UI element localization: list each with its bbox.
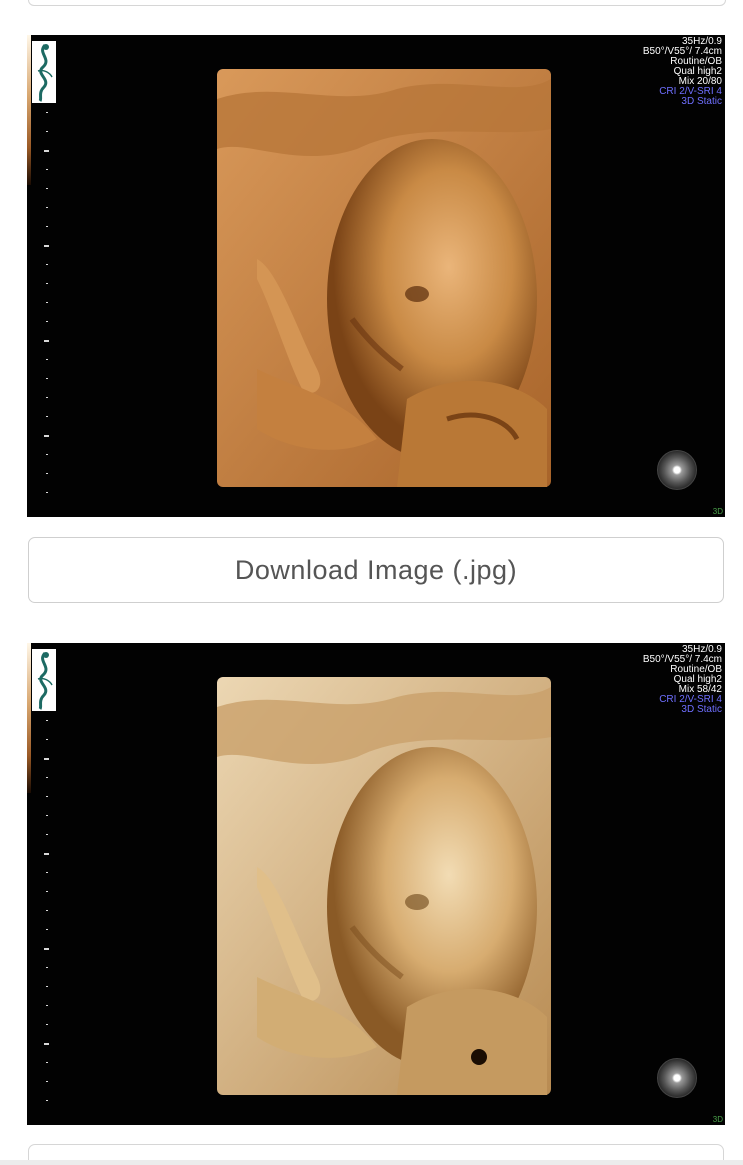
depth-tick xyxy=(46,1081,48,1082)
depth-tick xyxy=(46,473,48,474)
depth-tick xyxy=(46,1100,48,1101)
depth-tick xyxy=(46,739,48,740)
depth-scale xyxy=(27,643,51,1125)
clinic-logo-icon xyxy=(32,41,56,103)
depth-tick xyxy=(46,131,48,132)
depth-tick xyxy=(46,796,48,797)
depth-tick xyxy=(46,777,48,778)
depth-tick xyxy=(46,454,48,455)
bottom-bar xyxy=(0,1160,743,1165)
depth-tick xyxy=(46,492,48,493)
fetal-3d-render xyxy=(217,677,551,1095)
depth-scale xyxy=(27,35,51,517)
depth-tick xyxy=(46,891,48,892)
depth-tick xyxy=(46,929,48,930)
depth-tick xyxy=(46,1024,48,1025)
depth-tick xyxy=(46,283,48,284)
render-mode-label: 3D xyxy=(712,507,723,516)
download-image-button[interactable]: Download Image (.jpg) xyxy=(28,537,724,603)
depth-tick xyxy=(44,1043,49,1045)
depth-tick xyxy=(46,910,48,911)
ultrasound-image-1: 35Hz/0.9 B50°/V55°/ 7.4cm Routine/OB Qua… xyxy=(27,35,725,517)
depth-tick xyxy=(44,948,49,950)
depth-tick xyxy=(46,986,48,987)
depth-tick xyxy=(46,1005,48,1006)
readout-line: 3D Static xyxy=(681,704,722,715)
depth-tick xyxy=(46,720,48,721)
depth-tick xyxy=(46,359,48,360)
depth-tick xyxy=(46,1062,48,1063)
ultrasound-image-2: 35Hz/0.9 B50°/V55°/ 7.4cm Routine/OB Qua… xyxy=(27,643,725,1125)
depth-tick xyxy=(44,245,49,247)
depth-tick xyxy=(46,815,48,816)
depth-tick xyxy=(44,150,49,152)
gray-scale-bar xyxy=(27,35,31,185)
previous-card-edge xyxy=(28,0,726,6)
depth-tick xyxy=(46,112,48,113)
depth-tick xyxy=(46,834,48,835)
depth-tick xyxy=(44,758,49,760)
depth-tick xyxy=(46,302,48,303)
render-light-orb-icon xyxy=(657,1058,697,1098)
page: 35Hz/0.9 B50°/V55°/ 7.4cm Routine/OB Qua… xyxy=(0,0,743,1165)
fetal-3d-render xyxy=(217,69,551,487)
scan-parameters: 35Hz/0.9 B50°/V55°/ 7.4cm Routine/OB Qua… xyxy=(643,37,722,107)
depth-tick xyxy=(46,872,48,873)
depth-tick xyxy=(46,967,48,968)
depth-tick xyxy=(46,397,48,398)
render-light-orb-icon xyxy=(657,450,697,490)
depth-tick xyxy=(46,378,48,379)
render-mode-label: 3D xyxy=(712,1115,723,1124)
clinic-logo-icon xyxy=(32,649,56,711)
depth-tick xyxy=(46,188,48,189)
scan-parameters: 35Hz/0.9 B50°/V55°/ 7.4cm Routine/OB Qua… xyxy=(643,645,722,715)
gray-scale-bar xyxy=(27,643,31,793)
depth-tick xyxy=(44,340,49,342)
depth-tick xyxy=(44,435,49,437)
depth-tick xyxy=(44,853,49,855)
depth-tick xyxy=(46,207,48,208)
depth-tick xyxy=(46,169,48,170)
depth-tick xyxy=(46,226,48,227)
readout-line: 3D Static xyxy=(681,96,722,107)
depth-tick xyxy=(46,264,48,265)
depth-tick xyxy=(46,416,48,417)
depth-tick xyxy=(46,321,48,322)
